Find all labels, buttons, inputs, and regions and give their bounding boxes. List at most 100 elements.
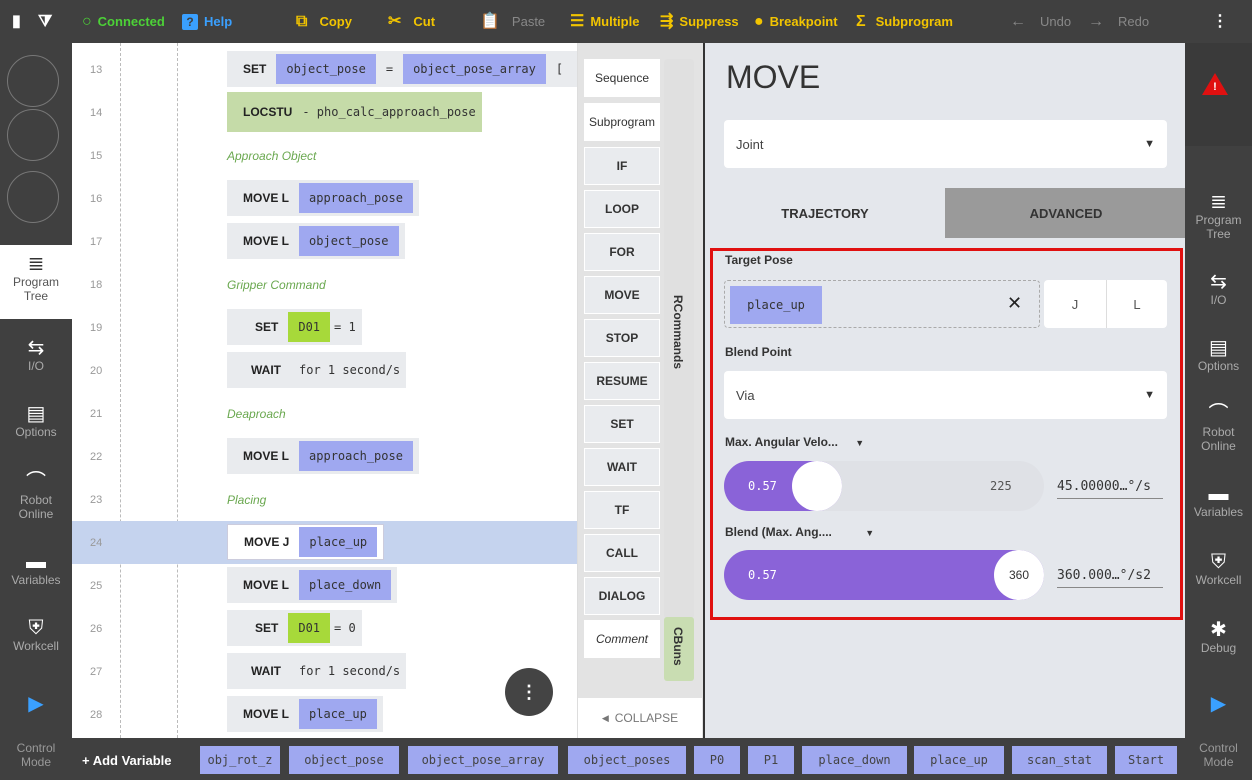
wait-command[interactable]: WAIT for 1 second/s: [227, 653, 407, 689]
program-row[interactable]: 19 SET D01 = 1: [72, 306, 577, 349]
program-row[interactable]: 27 WAIT for 1 second/s: [72, 650, 577, 693]
nav-workcell[interactable]: ⛨ Workcell: [1185, 551, 1252, 587]
palette-wait[interactable]: WAIT: [584, 448, 660, 486]
nav-workcell[interactable]: ⛨ Workcell: [0, 617, 72, 653]
variable-chip[interactable]: obj_rot_z: [200, 746, 280, 774]
help-button[interactable]: ? Help: [182, 0, 232, 43]
variable-chip[interactable]: P0: [694, 746, 740, 774]
clear-icon[interactable]: ✕: [1007, 293, 1022, 314]
program-row[interactable]: 26 SET D01 = 0: [72, 607, 577, 650]
nav-robot-online[interactable]: ⌒ Robot Online: [1185, 403, 1252, 453]
comment-line[interactable]: Placing: [227, 478, 266, 521]
wait-command[interactable]: WAIT for 1 second/s: [227, 352, 407, 388]
play-button[interactable]: ▶: [1185, 693, 1252, 715]
program-row[interactable]: 25 MOVE L place_down: [72, 564, 577, 607]
palette-resume[interactable]: RESUME: [584, 362, 660, 400]
program-row[interactable]: 16 MOVE L approach_pose: [72, 177, 577, 220]
program-row[interactable]: 14 LOCSTU - pho_calc_approach_pose: [72, 91, 577, 134]
variable-chip[interactable]: object_pose_array: [408, 746, 558, 774]
move-command[interactable]: MOVE J place_up: [227, 524, 385, 560]
program-row[interactable]: 23 Placing: [72, 478, 577, 521]
palette-for[interactable]: FOR: [584, 233, 660, 271]
set-command[interactable]: SET D01 = 1: [227, 309, 362, 345]
program-row-selected[interactable]: 24 MOVE J place_up: [72, 521, 577, 564]
comment-line[interactable]: Deaproach: [227, 392, 286, 435]
max-angular-velocity-slider[interactable]: 0.57 225: [724, 461, 1044, 511]
nav-io[interactable]: ⇆ I/O: [1185, 271, 1252, 307]
comment-line[interactable]: Approach Object: [227, 134, 316, 177]
cut-button[interactable]: ✂ Cut: [388, 0, 435, 43]
move-command[interactable]: MOVE L place_up: [227, 696, 383, 732]
variable-chip[interactable]: P1: [748, 746, 794, 774]
palette-stop[interactable]: STOP: [584, 319, 660, 357]
set-command[interactable]: SET D01 = 0: [227, 610, 362, 646]
nav-variables[interactable]: ▬ Variables: [0, 551, 72, 587]
palette-subprogram[interactable]: Subprogram: [584, 103, 660, 141]
program-row[interactable]: 18 Gripper Command: [72, 263, 577, 306]
paste-button[interactable]: 📋 Paste: [480, 0, 545, 43]
program-row[interactable]: 21 Deaproach: [72, 392, 577, 435]
locstu-command[interactable]: LOCSTU - pho_calc_approach_pose: [227, 92, 482, 132]
subprogram-button[interactable]: Σ Subprogram: [856, 0, 953, 43]
variable-chip[interactable]: Start: [1115, 746, 1177, 774]
cbuns-tab[interactable]: CBuns: [664, 617, 694, 681]
collapse-button[interactable]: ◀ COLLAPSE: [578, 698, 702, 738]
blend-max-angular-label[interactable]: Blend (Max. Ang.... ▼: [725, 525, 874, 539]
blend-input[interactable]: 360.000…°/s2: [1057, 568, 1163, 588]
copy-button[interactable]: ⧉ Copy: [296, 0, 352, 43]
program-row[interactable]: 20 WAIT for 1 second/s: [72, 349, 577, 392]
variable-chip[interactable]: object_pose: [289, 746, 399, 774]
slider-knob[interactable]: [791, 461, 842, 511]
blend-slider[interactable]: 0.57 360: [724, 550, 1044, 600]
tab-trajectory[interactable]: TRAJECTORY: [705, 188, 945, 238]
move-command[interactable]: MOVE L approach_pose: [227, 438, 419, 474]
nav-options[interactable]: ▤ Options: [0, 403, 72, 439]
nav-program-tree[interactable]: ≣ Program Tree: [1185, 191, 1252, 241]
nav-options[interactable]: ▤ Options: [1185, 337, 1252, 373]
set-command[interactable]: SET object_pose = object_pose_array [: [227, 51, 577, 87]
target-pose-field[interactable]: place_up ✕: [724, 280, 1040, 328]
joint-toggle-l[interactable]: L: [1106, 280, 1167, 328]
palette-sequence[interactable]: Sequence: [584, 59, 660, 97]
undo-button[interactable]: ← Undo: [1010, 0, 1071, 43]
multiple-button[interactable]: ☰ Multiple: [570, 0, 639, 43]
more-menu-button[interactable]: ⋮: [1212, 0, 1228, 43]
fab-more-button[interactable]: ⋮: [505, 668, 553, 716]
nav-debug[interactable]: ✱ Debug: [1185, 619, 1252, 655]
blend-point-select[interactable]: Via ▼: [724, 371, 1167, 419]
move-type-select[interactable]: Joint ▼: [724, 120, 1167, 168]
move-command[interactable]: MOVE L object_pose: [227, 223, 405, 259]
program-row[interactable]: 22 MOVE L approach_pose: [72, 435, 577, 478]
target-pose-chip[interactable]: place_up: [730, 286, 822, 324]
palette-loop[interactable]: LOOP: [584, 190, 660, 228]
program-row[interactable]: 28 MOVE L place_up: [72, 693, 577, 736]
nav-robot-online[interactable]: ⌒ Robot Online: [0, 471, 72, 521]
add-variable-button[interactable]: + Add Variable: [82, 746, 171, 774]
alert-area[interactable]: !: [1185, 43, 1252, 146]
control-mode-label[interactable]: Control Mode: [0, 741, 72, 769]
variable-chip[interactable]: place_up: [914, 746, 1004, 774]
palette-move[interactable]: MOVE: [584, 276, 660, 314]
palette-if[interactable]: IF: [584, 147, 660, 185]
variable-chip[interactable]: place_down: [802, 746, 907, 774]
palette-tf[interactable]: TF: [584, 491, 660, 529]
palette-set[interactable]: SET: [584, 405, 660, 443]
palette-call[interactable]: CALL: [584, 534, 660, 572]
slider-knob[interactable]: 360: [994, 550, 1044, 600]
variable-chip[interactable]: object_poses: [568, 746, 686, 774]
program-row[interactable]: 15 Approach Object: [72, 134, 577, 177]
max-angular-velocity-input[interactable]: 45.00000…°/s: [1057, 479, 1163, 499]
redo-button[interactable]: → Redo: [1088, 0, 1149, 43]
program-row[interactable]: 17 MOVE L object_pose: [72, 220, 577, 263]
tab-advanced[interactable]: ADVANCED: [945, 188, 1187, 238]
move-command[interactable]: MOVE L approach_pose: [227, 180, 419, 216]
nav-variables[interactable]: ▬ Variables: [1185, 483, 1252, 519]
max-angular-velocity-label[interactable]: Max. Angular Velo... ▼: [725, 435, 864, 449]
palette-comment[interactable]: Comment: [584, 620, 660, 658]
move-command[interactable]: MOVE L place_down: [227, 567, 398, 603]
nav-program-tree[interactable]: ≣ Program Tree: [0, 245, 72, 319]
control-mode-label[interactable]: Control Mode: [1185, 741, 1252, 769]
rcommands-tab[interactable]: RCommands: [664, 59, 694, 619]
program-row[interactable]: 13 SET object_pose = object_pose_array [: [72, 48, 577, 91]
comment-line[interactable]: Gripper Command: [227, 263, 326, 306]
